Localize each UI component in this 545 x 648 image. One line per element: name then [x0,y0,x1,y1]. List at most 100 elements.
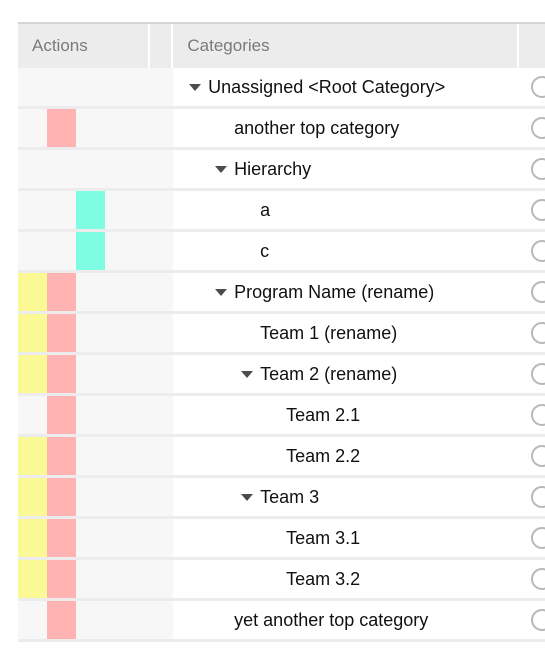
row-category-cell[interactable]: Program Name (rename) [173,273,519,311]
chevron-down-icon[interactable] [239,366,255,382]
row-tail-cell[interactable] [518,314,545,352]
row-tail-cell[interactable] [518,478,545,516]
row-tail-cell[interactable] [518,150,545,188]
row-actions-cell[interactable] [18,68,150,106]
action-swatch-pink[interactable] [47,273,76,311]
row-tail-cell[interactable] [518,355,545,393]
tree-node[interactable]: Team 3.2 [265,569,360,590]
table-row[interactable]: c [18,232,545,273]
row-category-cell[interactable]: yet another top category [173,601,519,639]
action-swatch-pink[interactable] [47,109,76,147]
column-header-spacer[interactable] [149,24,174,68]
radio-circle-icon[interactable] [530,281,545,303]
row-tail-cell[interactable] [518,560,545,598]
row-tail-cell[interactable] [518,601,545,639]
tree-node[interactable]: Team 2 (rename) [239,364,397,385]
row-category-cell[interactable]: Team 3.1 [173,519,519,557]
table-row[interactable]: Team 2 (rename) [18,355,545,396]
row-tail-cell[interactable] [518,437,545,475]
row-category-cell[interactable]: Team 2.2 [173,437,519,475]
row-tail-cell[interactable] [518,519,545,557]
table-row[interactable]: a [18,191,545,232]
action-swatch-turquoise[interactable] [76,232,105,270]
row-category-cell[interactable]: another top category [173,109,519,147]
radio-circle-icon[interactable] [530,486,545,508]
radio-circle-icon[interactable] [530,199,545,221]
radio-circle-icon[interactable] [530,445,545,467]
action-swatch-yellow[interactable] [18,355,47,393]
radio-circle-icon[interactable] [530,609,545,631]
radio-circle-icon[interactable] [530,158,545,180]
radio-circle-icon[interactable] [530,76,545,98]
radio-circle-icon[interactable] [530,240,545,262]
column-header-tail[interactable] [519,24,545,68]
table-row[interactable]: Unassigned <Root Category> [18,68,545,109]
row-category-cell[interactable]: Hierarchy [173,150,519,188]
row-tail-cell[interactable] [518,232,545,270]
tree-node[interactable]: Team 3.1 [265,528,360,549]
row-tail-cell[interactable] [518,396,545,434]
chevron-down-icon[interactable] [239,489,255,505]
action-swatch-pink[interactable] [47,314,76,352]
table-row[interactable]: Team 1 (rename) [18,314,545,355]
radio-circle-icon[interactable] [530,363,545,385]
table-row[interactable]: Team 3 [18,478,545,519]
row-actions-cell[interactable] [18,232,150,270]
action-swatch-yellow[interactable] [18,560,47,598]
row-category-cell[interactable]: a [173,191,519,229]
radio-circle-icon[interactable] [530,404,545,426]
tree-node[interactable]: c [239,241,269,262]
radio-circle-icon[interactable] [530,568,545,590]
row-actions-cell[interactable] [18,437,150,475]
tree-node[interactable]: Team 3 [239,487,319,508]
table-row[interactable]: Hierarchy [18,150,545,191]
action-swatch-pink[interactable] [47,601,76,639]
row-actions-cell[interactable] [18,560,150,598]
action-swatch-yellow[interactable] [18,437,47,475]
action-swatch-turquoise[interactable] [76,191,105,229]
tree-node[interactable]: yet another top category [213,610,428,631]
radio-circle-icon[interactable] [530,322,545,344]
column-header-actions[interactable]: Actions [18,24,150,68]
chevron-down-icon[interactable] [213,161,229,177]
tree-node[interactable]: a [239,200,270,221]
row-actions-cell[interactable] [18,396,150,434]
table-row[interactable]: Team 3.1 [18,519,545,560]
row-tail-cell[interactable] [518,68,545,106]
tree-node[interactable]: Team 1 (rename) [239,323,397,344]
action-swatch-pink[interactable] [47,437,76,475]
row-actions-cell[interactable] [18,191,150,229]
tree-node[interactable]: Team 2.2 [265,446,360,467]
table-row[interactable]: another top category [18,109,545,150]
tree-node[interactable]: Program Name (rename) [213,282,434,303]
row-actions-cell[interactable] [18,109,150,147]
row-tail-cell[interactable] [518,109,545,147]
tree-node[interactable]: Unassigned <Root Category> [187,77,445,98]
row-actions-cell[interactable] [18,314,150,352]
row-category-cell[interactable]: Team 1 (rename) [173,314,519,352]
chevron-down-icon[interactable] [187,79,203,95]
row-tail-cell[interactable] [518,273,545,311]
action-swatch-pink[interactable] [47,355,76,393]
row-category-cell[interactable]: c [173,232,519,270]
row-category-cell[interactable]: Unassigned <Root Category> [173,68,519,106]
row-category-cell[interactable]: Team 2 (rename) [173,355,519,393]
row-actions-cell[interactable] [18,601,150,639]
action-swatch-yellow[interactable] [18,519,47,557]
row-tail-cell[interactable] [518,191,545,229]
column-header-categories[interactable]: Categories [173,24,520,68]
action-swatch-pink[interactable] [47,478,76,516]
row-category-cell[interactable]: Team 2.1 [173,396,519,434]
row-category-cell[interactable]: Team 3 [173,478,519,516]
table-row[interactable]: Team 2.1 [18,396,545,437]
row-actions-cell[interactable] [18,273,150,311]
table-row[interactable]: Team 3.2 [18,560,545,601]
radio-circle-icon[interactable] [530,117,545,139]
radio-circle-icon[interactable] [530,527,545,549]
tree-node[interactable]: another top category [213,118,399,139]
row-actions-cell[interactable] [18,478,150,516]
table-row[interactable]: Team 2.2 [18,437,545,478]
row-actions-cell[interactable] [18,355,150,393]
action-swatch-pink[interactable] [47,396,76,434]
tree-node[interactable]: Team 2.1 [265,405,360,426]
